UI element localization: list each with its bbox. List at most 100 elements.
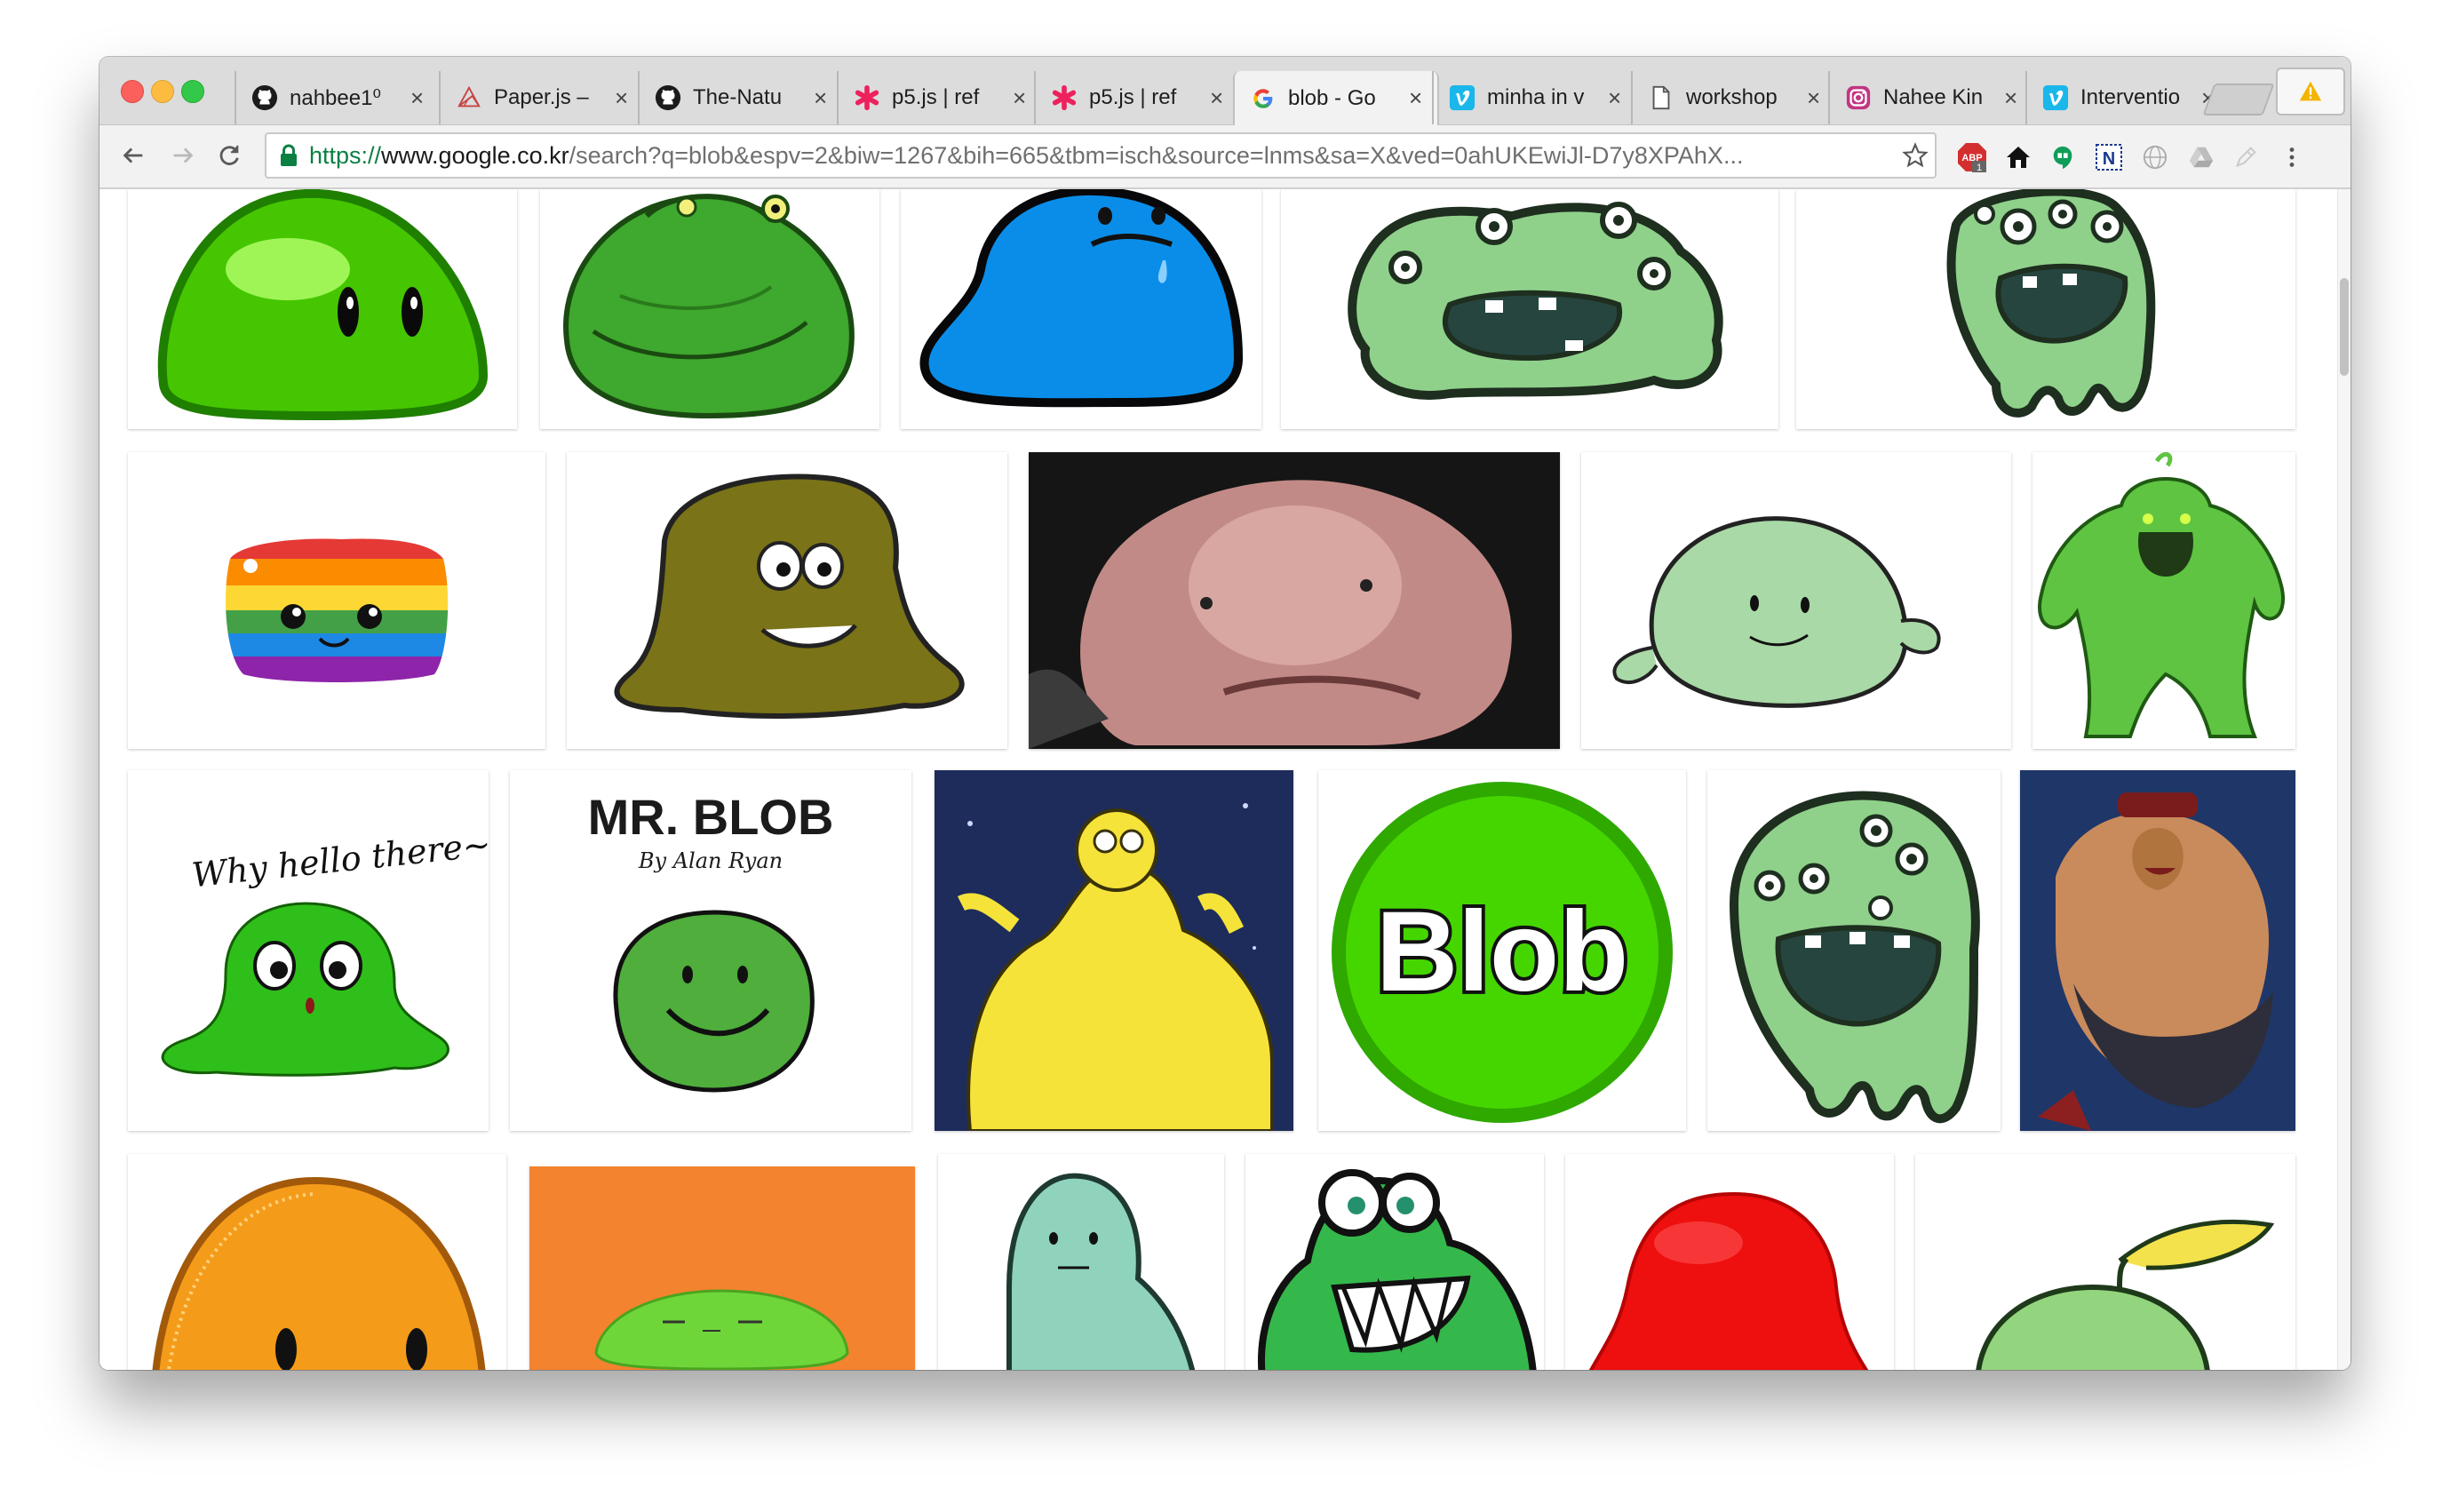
tab-label: Nahee Kin	[1883, 85, 1984, 109]
hangouts-icon	[2053, 146, 2072, 170]
kebab-menu-icon	[2289, 147, 2295, 167]
chrome-menu-button[interactable]	[2276, 141, 2308, 173]
tab-close-icon[interactable]: ×	[1807, 84, 1820, 112]
warning-icon	[2299, 81, 2322, 101]
image-result[interactable]: MR. BLOB By Alan Ryan	[510, 770, 911, 1131]
tab-github-nahbee[interactable]: nahbee1⁰ ×	[235, 71, 441, 124]
github-icon	[251, 84, 279, 112]
lock-icon	[281, 144, 297, 166]
tab-label: The-Natu	[693, 85, 783, 109]
scrollbar-thumb[interactable]	[2340, 278, 2349, 376]
arrow-right-icon	[173, 147, 194, 163]
image-results-grid: Why hello there~! MR. BLOB By Alan Ryan B…	[99, 189, 2338, 1370]
image-result[interactable]	[1281, 189, 1778, 429]
tab-close-icon[interactable]: ×	[1608, 84, 1621, 112]
pen-extension[interactable]	[2230, 141, 2262, 173]
zoom-window-button[interactable]	[181, 80, 204, 103]
tab-close-icon[interactable]: ×	[2004, 84, 2017, 112]
hello-text: Why hello there~!	[190, 824, 489, 895]
forward-button[interactable]	[165, 138, 201, 173]
tab-paperjs[interactable]: Paper.js – ×	[439, 71, 645, 124]
tab-close-icon[interactable]: ×	[1013, 84, 1026, 112]
tab-label: workshop	[1686, 85, 1778, 109]
vimeo-icon	[1448, 84, 1476, 112]
url-scheme: https://	[309, 141, 382, 169]
n-extension-icon: N	[2096, 144, 2122, 171]
mr-blob-author: By Alan Ryan	[638, 848, 783, 873]
image-result[interactable]	[938, 1154, 1224, 1370]
minimize-window-button[interactable]	[151, 80, 174, 103]
image-result[interactable]	[567, 452, 1007, 749]
back-button[interactable]	[115, 138, 151, 173]
image-result[interactable]	[2020, 770, 2295, 1131]
tab-close-icon[interactable]: ×	[1409, 84, 1422, 112]
tab-google-blob[interactable]: blob - Go ×	[1233, 71, 1439, 125]
tab-close-icon[interactable]: ×	[1210, 84, 1223, 112]
image-result[interactable]: Blob	[1318, 770, 1686, 1131]
tab-label: nahbee1⁰	[290, 85, 382, 110]
reload-button[interactable]	[211, 138, 247, 173]
drive-icon	[2189, 147, 2214, 168]
image-result[interactable]	[1565, 1154, 1894, 1370]
drive-extension[interactable]	[2185, 141, 2217, 173]
tab-github-nature[interactable]: The-Natu ×	[638, 71, 844, 124]
tab-close-icon[interactable]: ×	[814, 84, 827, 112]
image-result[interactable]	[1581, 452, 2011, 749]
new-tab-button[interactable]	[2202, 84, 2275, 115]
address-bar[interactable]: https:// www.google.co.kr /search?q=blob…	[265, 132, 1937, 179]
star-icon	[1902, 142, 1929, 168]
tab-close-icon[interactable]: ×	[615, 84, 628, 112]
adblock-icon: ABP1	[1958, 143, 1986, 173]
www-extension[interactable]	[2139, 141, 2171, 173]
browser-window: nahbee1⁰ × Paper.js – × The-Natu × p5.js…	[99, 57, 2351, 1370]
tab-label: blob - Go	[1288, 85, 1376, 110]
pen-icon	[2236, 147, 2256, 167]
image-result[interactable]	[529, 1166, 915, 1370]
image-result[interactable]	[1915, 1154, 2295, 1370]
p5js-asterisk-icon	[1050, 84, 1078, 112]
tab-label: Paper.js –	[494, 85, 589, 109]
image-result[interactable]	[2032, 452, 2295, 749]
image-result[interactable]: Why hello there~!	[128, 770, 489, 1131]
blob-logo-text: Blob	[1376, 888, 1628, 1015]
url-host: www.google.co.kr	[381, 141, 569, 169]
page-scrollbar[interactable]	[2337, 189, 2351, 1370]
image-result[interactable]	[1029, 452, 1560, 749]
tab-p5js-1[interactable]: p5.js | ref ×	[837, 71, 1043, 124]
image-result[interactable]	[901, 189, 1261, 429]
image-result[interactable]	[128, 452, 545, 749]
close-window-button[interactable]	[121, 80, 144, 103]
image-result[interactable]	[128, 1154, 506, 1370]
image-result[interactable]	[540, 189, 879, 429]
image-result[interactable]	[128, 189, 517, 429]
home-extension[interactable]	[2002, 141, 2034, 173]
tab-label: p5.js | ref	[1089, 85, 1177, 109]
n-extension[interactable]: N	[2093, 141, 2125, 173]
image-result[interactable]	[1707, 770, 2001, 1131]
google-g-icon	[1249, 84, 1277, 113]
adblock-badge: 1	[1977, 163, 1982, 173]
tab-p5js-2[interactable]: p5.js | ref ×	[1034, 71, 1240, 124]
tab-strip: nahbee1⁰ × Paper.js – × The-Natu × p5.js…	[99, 57, 2351, 125]
document-icon	[1647, 84, 1675, 112]
image-result[interactable]	[1245, 1154, 1544, 1370]
browser-toolbar: https:// www.google.co.kr /search?q=blob…	[99, 125, 2351, 189]
url-path: /search?q=blob&espv=2&biw=1267&bih=665&t…	[569, 141, 1744, 169]
tab-workshop[interactable]: workshop ×	[1631, 71, 1837, 124]
adblock-extension[interactable]: ABP 1	[1956, 141, 1988, 173]
vimeo-icon	[2041, 84, 2070, 112]
image-result[interactable]	[935, 770, 1293, 1131]
image-result[interactable]	[1796, 189, 2295, 429]
tab-label: p5.js | ref	[892, 85, 980, 109]
www-icon	[2143, 145, 2168, 170]
tab-vimeo-minha[interactable]: minha in v ×	[1432, 71, 1638, 124]
tab-instagram[interactable]: Nahee Kin ×	[1828, 71, 2034, 124]
bookmark-star-button[interactable]	[1899, 139, 1931, 171]
tab-label: Interventio	[2080, 85, 2181, 109]
warning-button[interactable]	[2276, 68, 2345, 115]
hangouts-extension[interactable]	[2047, 141, 2079, 173]
arrow-left-icon	[123, 147, 143, 163]
tab-close-icon[interactable]: ×	[410, 84, 424, 112]
tab-vimeo-intervention[interactable]: Interventio ×	[2025, 71, 2231, 124]
instagram-icon	[1844, 84, 1873, 112]
